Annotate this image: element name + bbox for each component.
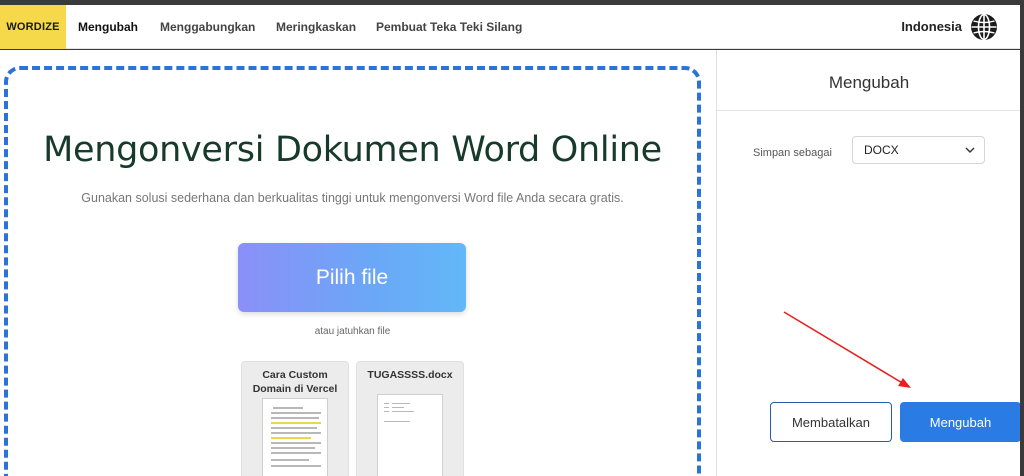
nav-item-pembuat-teka-teki-silang[interactable]: Pembuat Teka Teki Silang (376, 5, 522, 49)
globe-icon[interactable] (970, 13, 998, 41)
document-thumbnail (262, 398, 328, 476)
output-format-value: DOCX (864, 143, 899, 157)
nav-item-meringkaskan[interactable]: Meringkaskan (276, 5, 356, 49)
converter-main-panel: Mengonversi Dokumen Word Online Gunakan … (0, 50, 716, 476)
file-name: TUGASSSS.docx (367, 369, 453, 381)
file-card[interactable]: TUGASSSS.docx (356, 361, 464, 476)
conversion-options-sidebar: Mengubah Simpan sebagai DOCX Membatalkan… (716, 50, 1021, 476)
file-name: Cara Custom Domain di Vercel (252, 369, 338, 395)
wordize-logo[interactable]: WORDIZE (0, 5, 66, 49)
nav-item-mengubah[interactable]: Mengubah (78, 5, 138, 49)
page-title: Mengonversi Dokumen Word Online (43, 130, 662, 170)
cancel-button[interactable]: Membatalkan (770, 402, 892, 442)
sidebar-title: Mengubah (828, 73, 910, 92)
page-subtitle: Gunakan solusi sederhana dan berkualitas… (81, 191, 624, 205)
sidebar-divider (717, 110, 1021, 111)
output-format-select[interactable]: DOCX (852, 136, 985, 164)
chevron-down-icon (965, 147, 975, 153)
window-right-strip (1020, 0, 1024, 476)
document-thumbnail (377, 394, 443, 476)
top-navbar: WORDIZE Mengubah Menggabungkan Meringkas… (0, 5, 1020, 49)
nav-item-menggabungkan[interactable]: Menggabungkan (160, 5, 255, 49)
file-card[interactable]: Cara Custom Domain di Vercel (241, 361, 349, 476)
pick-file-button[interactable]: Pilih file (238, 243, 466, 312)
convert-button[interactable]: Mengubah (900, 402, 1021, 442)
save-as-label: Simpan sebagai (753, 147, 832, 159)
language-selector-label[interactable]: Indonesia (901, 5, 962, 49)
drop-file-hint: atau jatuhkan file (314, 326, 391, 337)
